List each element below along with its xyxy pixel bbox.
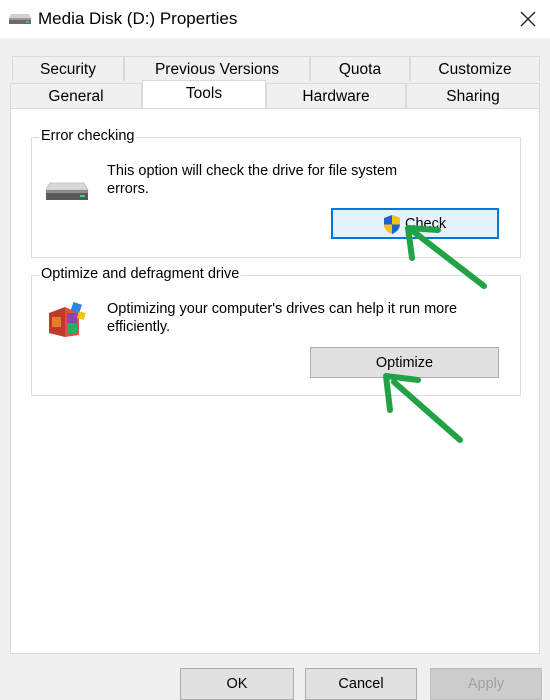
tools-tab-panel: Error checking This option will check th… <box>10 108 540 654</box>
check-button[interactable]: Check <box>331 208 499 239</box>
error-checking-description: This option will check the drive for fil… <box>107 163 398 197</box>
drive-icon <box>8 12 32 31</box>
close-icon <box>520 11 536 27</box>
check-button-label: Check <box>405 216 447 232</box>
window-title: Media Disk (D:) Properties <box>38 9 238 28</box>
cancel-button[interactable]: Cancel <box>305 668 417 700</box>
tab-sharing[interactable]: Sharing <box>406 83 540 108</box>
apply-button[interactable]: Apply <box>430 668 542 700</box>
tab-hardware[interactable]: Hardware <box>266 83 406 108</box>
optimize-label: Optimize and defragment drive <box>39 266 242 282</box>
tab-previous-versions[interactable]: Previous Versions <box>124 56 310 81</box>
optimize-description: Optimizing your computer's drives can he… <box>107 301 458 335</box>
title-bar: Media Disk (D:) Properties <box>0 0 550 38</box>
optimize-button[interactable]: Optimize <box>310 347 499 378</box>
uac-shield-icon <box>383 214 401 239</box>
tab-tools[interactable]: Tools <box>142 80 266 108</box>
error-checking-label: Error checking <box>39 128 137 144</box>
hard-drive-icon <box>44 181 90 208</box>
tab-general[interactable]: General <box>10 83 142 108</box>
ok-button[interactable]: OK <box>180 668 294 700</box>
close-button[interactable] <box>505 0 550 38</box>
tab-customize[interactable]: Customize <box>410 56 540 81</box>
defrag-icon <box>45 299 87 346</box>
tab-security[interactable]: Security <box>12 56 124 81</box>
tab-quota[interactable]: Quota <box>310 56 410 81</box>
